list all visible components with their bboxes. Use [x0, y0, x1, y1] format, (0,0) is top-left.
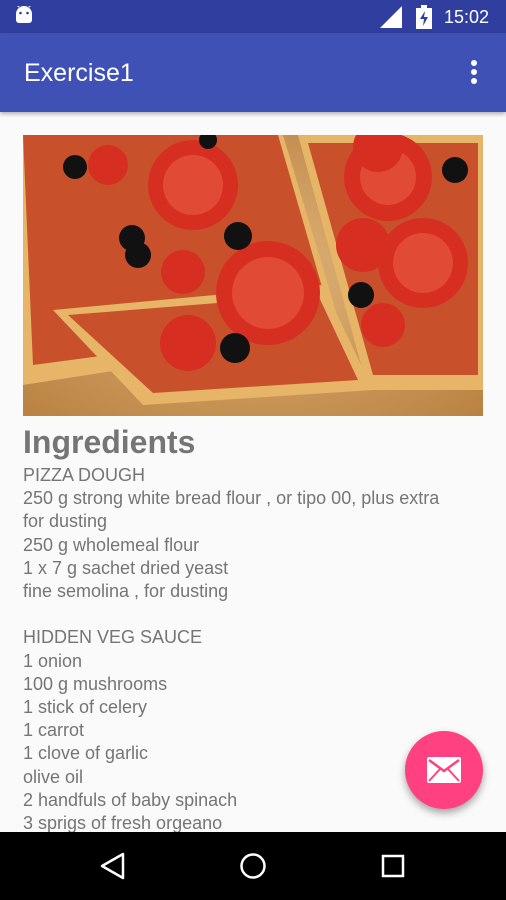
navigation-bar — [0, 832, 506, 900]
ingredient-line: for dusting — [23, 511, 108, 532]
ingredient-line: PIZZA DOUGH — [23, 465, 146, 485]
back-icon[interactable] — [98, 851, 128, 881]
status-time: 15:02 — [444, 7, 490, 27]
battery-charging-icon — [416, 5, 432, 29]
more-vert-icon[interactable] — [462, 59, 486, 87]
ingredient-line: 3 sprigs of fresh orgeano — [23, 813, 223, 832]
email-fab-button[interactable] — [405, 731, 483, 809]
ingredient-line: 1 carrot — [23, 720, 85, 741]
ingredient-line: 1 x 7 g sachet dried yeast — [23, 557, 229, 578]
ingredient-line: 100 g mushrooms — [23, 673, 168, 694]
ingredient-line: fine semolina , for dusting — [23, 581, 229, 602]
signal-icon — [380, 6, 402, 28]
app-bar: Exercise1 — [0, 33, 506, 112]
email-icon — [427, 757, 461, 783]
ingredient-line: 250 g wholemeal flour — [23, 534, 200, 555]
ingredient-line: 1 onion — [23, 650, 83, 671]
home-icon[interactable] — [238, 851, 268, 881]
status-bar: 15:02 — [0, 0, 506, 33]
android-icon — [16, 6, 32, 23]
app-title: Exercise1 — [24, 59, 134, 87]
ingredient-line: 250 g strong white bread flour , or tipo… — [23, 488, 440, 509]
ingredients-heading: Ingredients — [23, 424, 196, 460]
recents-icon[interactable] — [378, 851, 408, 881]
pizza-image — [23, 135, 483, 416]
recipe-content: Ingredients PIZZA DOUGH 250 g strong whi… — [23, 135, 483, 832]
ingredient-line: 1 stick of celery — [23, 697, 148, 718]
ingredient-line: HIDDEN VEG SAUCE — [23, 627, 203, 648]
